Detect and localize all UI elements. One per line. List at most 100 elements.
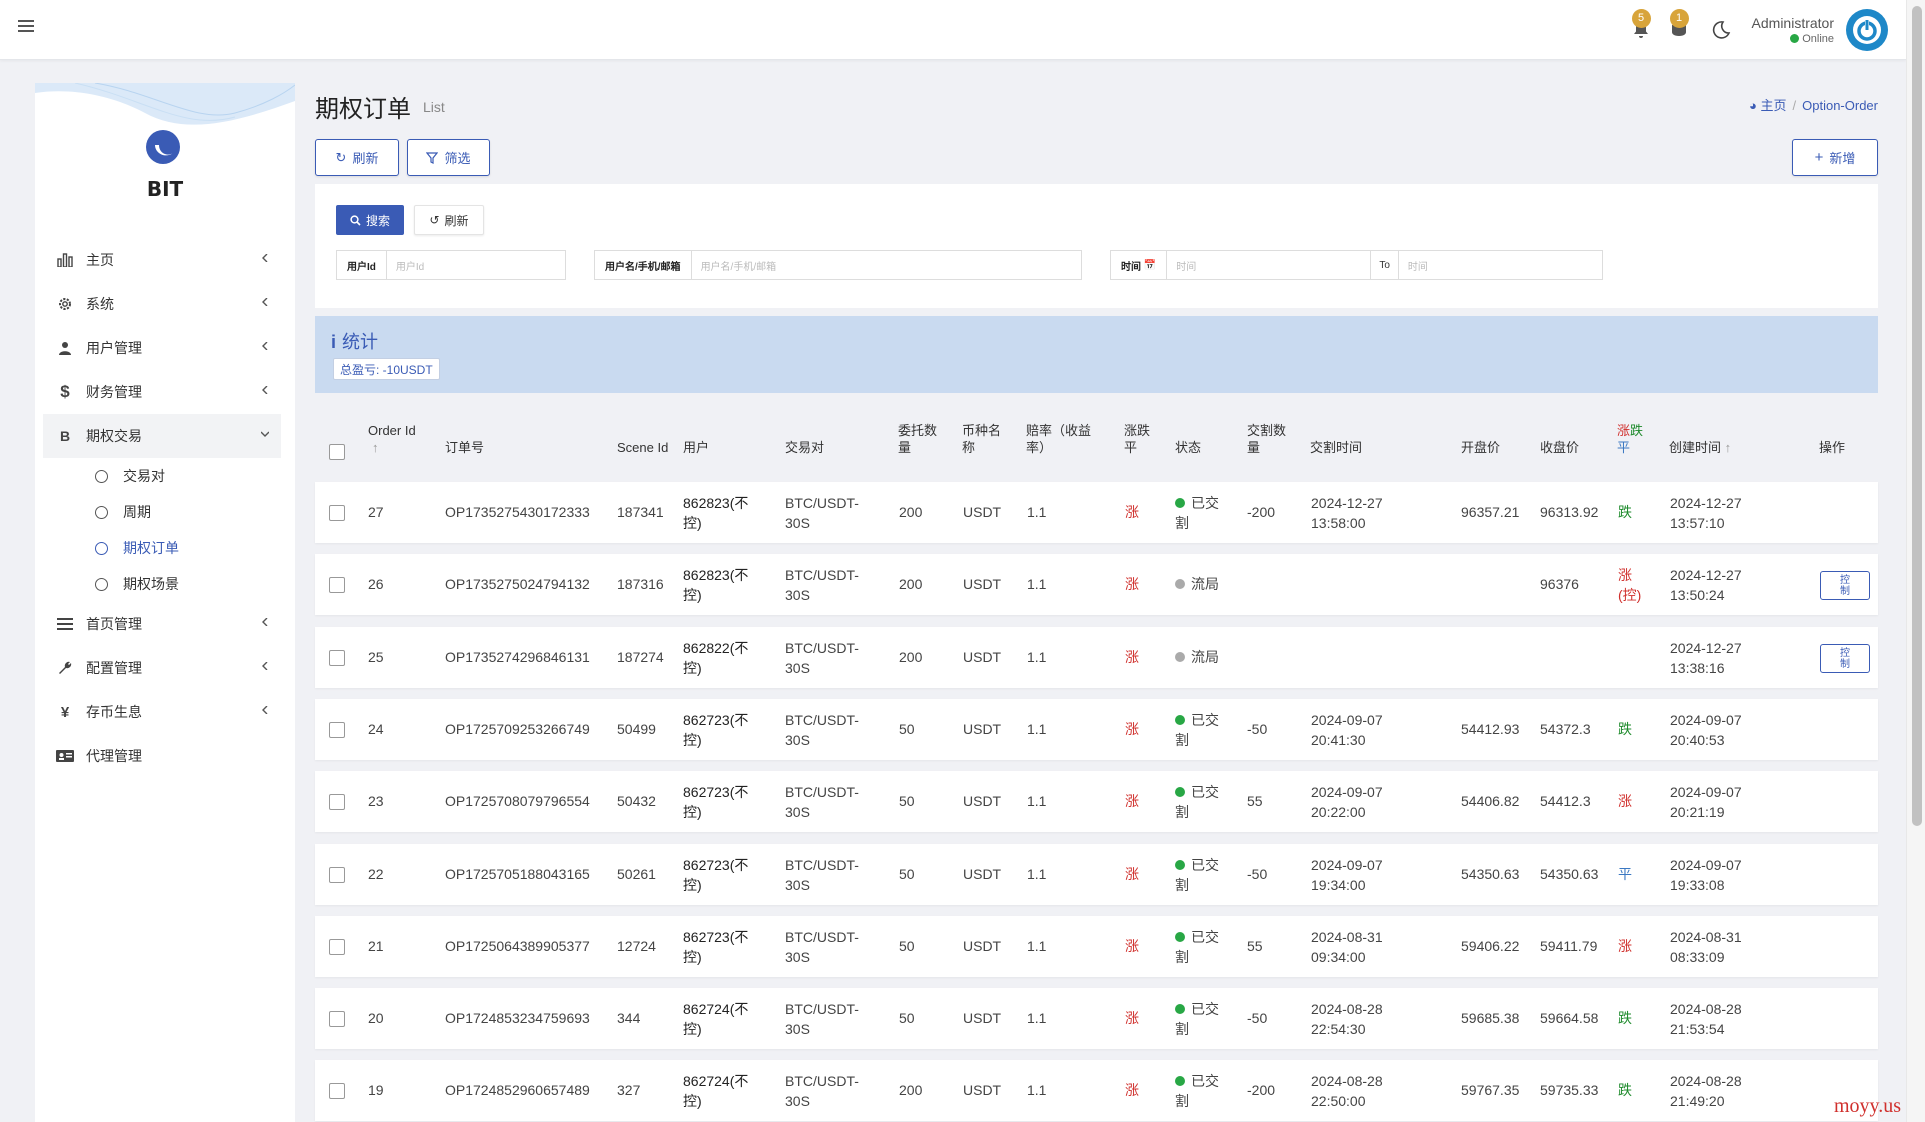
row-checkbox[interactable] [329,1011,345,1028]
notification-bell[interactable]: 5 [1630,9,1652,41]
table-row: 19 OP1724852960657489 327 862724(不 控) BTC/USD… [315,1060,1878,1122]
cell-user[interactable]: 862723(不 控) [683,855,748,895]
cell-order-id: 19 [368,1082,384,1099]
row-checkbox[interactable] [329,938,345,955]
cell-user[interactable]: 862723(不 控) [683,710,748,750]
cell-amount: 200 [899,648,923,665]
cell-settle-qty: -50 [1247,865,1268,882]
sidebar-item-config-mgmt[interactable]: 配置管理 [35,646,295,690]
cell-pair: BTC/USDT- 30S [785,855,859,895]
users-icon [56,339,74,357]
sidebar-item-staking[interactable]: ¥ 存币生息 [35,690,295,734]
cell-settle-qty: -50 [1247,1010,1268,1027]
row-checkbox[interactable] [329,505,345,521]
cell-result-line1: 涨 [1618,567,1632,584]
plus-icon: + [1814,149,1824,166]
circle-icon [95,469,108,483]
cell-order-no: OP1735275024794132 [445,576,590,593]
cell-status-line1: 已交 [1191,928,1219,945]
control-button[interactable]: 控制 [1820,643,1870,673]
reset-label: 刷新 [444,213,469,228]
sidebar-item-homepage-mgmt[interactable]: 首页管理 [35,602,295,646]
sidebar-item-options-trading[interactable]: B 期权交易 [43,414,281,458]
cell-created-date: 2024-09-07 [1670,711,1742,728]
row-checkbox[interactable] [329,794,345,811]
sidebar-item-finance[interactable]: $ 财务管理 [35,370,295,414]
refresh-label: 刷新 [352,151,379,166]
control-button[interactable]: 控制 [1820,571,1870,601]
cell-pair-line1: BTC/USDT- [785,495,859,511]
cell-user[interactable]: 862723(不 控) [683,927,748,967]
cell-settle-clock: 22:50:00 [1311,1093,1366,1110]
time-to-input[interactable]: 时间 [1399,251,1602,279]
col-order-id[interactable]: Order Id ↑ [368,422,416,456]
notification-messages[interactable]: 1 [1668,9,1690,41]
cell-user[interactable]: 862823(不 控) [683,493,748,533]
sidebar-item-users[interactable]: 用户管理 [35,326,295,370]
sidebar-item-home[interactable]: 主页 [35,238,295,282]
cell-user[interactable]: 862822(不 控) [683,638,748,678]
col-created-at[interactable]: 创建时间 ↑ [1669,439,1731,456]
sidebar-subitem-option-orders[interactable]: 期权订单 [35,530,295,566]
status-dot-icon [1175,859,1185,870]
row-checkbox[interactable] [329,577,345,594]
cell-settle-clock: 20:41:30 [1311,731,1366,748]
cell-order-id: 27 [368,504,384,520]
col-direction-line1: 涨跌 [1124,423,1151,438]
cell-created-at: 2024-08-31 08:33:09 [1670,927,1742,967]
page-title: 期权订单 [315,96,411,123]
sidebar-item-agent-mgmt[interactable]: 代理管理 [35,734,295,778]
cell-scene-id: 187274 [617,648,664,665]
chevron-left-icon [262,342,268,350]
filter-button[interactable]: 筛选 [407,139,490,176]
control-label-line2: 制 [1840,586,1850,598]
row-checkbox[interactable] [329,649,345,666]
table-row: 20 OP1724853234759693 344 862724(不 控) BTC/USD… [315,988,1878,1050]
cell-pair: BTC/USDT- 30S [785,999,859,1039]
user-info[interactable]: Administrator Online [1752,15,1834,45]
cell-direction: 涨 [1125,504,1139,520]
cell-settle-clock: 09:34:00 [1311,948,1366,965]
time-from-input[interactable]: 时间 [1167,251,1370,279]
cell-user[interactable]: 862724(不 控) [683,1071,748,1111]
row-checkbox[interactable] [329,866,345,883]
cell-created-clock: 08:33:09 [1670,948,1725,965]
cell-scene-id: 344 [617,1010,641,1027]
table-row: 26 OP1735275024794132 187316 862823(不 控) BTC/… [315,554,1878,616]
search-button[interactable]: 搜索 [336,205,404,235]
sidebar-item-label: 期权交易 [86,428,142,444]
filter-label: 筛选 [444,151,471,166]
cell-amount: 200 [899,504,923,520]
add-button[interactable]: + 新增 [1792,139,1878,176]
row-checkbox[interactable] [329,1083,345,1100]
cell-user[interactable]: 862724(不 控) [683,999,748,1039]
cell-user[interactable]: 862723(不 控) [683,782,748,822]
sidebar-item-system[interactable]: 系统 [35,282,295,326]
breadcrumb-home[interactable]: 主页 [1760,98,1786,113]
avatar[interactable] [1846,9,1888,51]
cell-user[interactable]: 862823(不 控) [683,565,748,605]
sidebar-subitem-trading-pair[interactable]: 交易对 [35,458,295,494]
moon-icon[interactable] [1710,19,1732,41]
page-scrollbar[interactable] [1906,0,1925,1122]
cell-direction: 涨 [1125,576,1139,593]
total-pnl-badge: 总盈亏: -10USDT [333,358,440,380]
sidebar-subitem-option-scenes[interactable]: 期权场景 [35,566,295,602]
cell-close-price: 54372.3 [1540,720,1591,737]
sidebar-subitem-period[interactable]: 周期 [35,494,295,530]
username-input[interactable]: 用户名/手机/邮箱 [692,251,1081,279]
row-checkbox[interactable] [329,721,345,738]
cell-user-line2: 控) [683,587,702,604]
cell-amount: 50 [899,937,915,954]
cell-created-date: 2024-08-31 [1670,928,1742,945]
hamburger-menu-icon[interactable] [18,17,38,37]
select-all-checkbox[interactable] [329,444,345,460]
bell-badge: 5 [1631,9,1651,28]
reset-button[interactable]: ↺ 刷新 [414,205,484,235]
cell-order-id: 24 [368,720,384,737]
scrollbar-thumb[interactable] [1912,6,1922,826]
cell-settle-clock: 22:54:30 [1311,1021,1366,1038]
user-id-input[interactable]: 用户Id [387,251,565,279]
col-coin-line1: 币种名 [962,423,1002,438]
refresh-button[interactable]: ↻ 刷新 [315,139,399,176]
